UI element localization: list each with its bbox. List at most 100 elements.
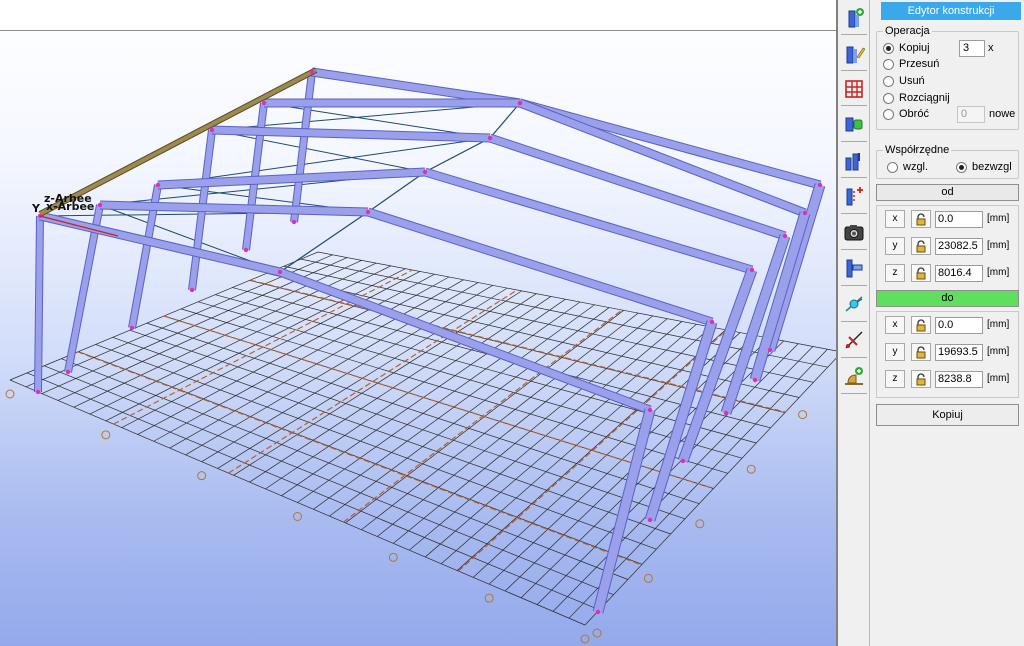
unit-label: [mm] xyxy=(987,240,1010,251)
from-coordinates: x 0.0 [mm] y 23082.5 [mm] z 8016.4 [mm] xyxy=(876,205,1019,292)
node-point xyxy=(647,517,653,523)
node-point xyxy=(749,267,755,273)
to-coordinates: x 0.0 [mm] y 19693.5 [mm] z 8238.8 [mm] xyxy=(876,311,1019,398)
radio-absolute[interactable]: bezwzgl xyxy=(956,160,1012,174)
connect-icon[interactable] xyxy=(841,110,867,138)
copy-count-suffix: x xyxy=(988,42,994,54)
node-point xyxy=(680,458,686,464)
radio-label: Rozciągnij xyxy=(899,92,950,104)
node-point xyxy=(647,407,653,413)
tool-separator xyxy=(841,285,867,286)
link-node-icon[interactable] xyxy=(841,290,867,318)
node-point xyxy=(155,182,161,188)
node-point xyxy=(97,202,103,208)
axis-marker xyxy=(643,573,653,583)
left-column xyxy=(35,215,43,393)
radio-przesun[interactable]: Przesuń xyxy=(883,57,939,71)
unit-label: [mm] xyxy=(987,213,1010,224)
radio-button[interactable] xyxy=(956,161,967,173)
radio-usun[interactable]: Usuń xyxy=(883,74,925,88)
tool-separator xyxy=(841,34,867,35)
axis-marker xyxy=(101,430,111,440)
coordinates-group: Współrzędne wzgl. bezwzgl xyxy=(876,144,1019,179)
radio-button[interactable] xyxy=(883,75,894,87)
to-x-row: x 0.0 [mm] xyxy=(885,316,1017,336)
axis-marker xyxy=(484,593,494,603)
construction-editor-panel: Edytor konstrukcji Operacja Kopiuj 3 x P… xyxy=(871,0,1024,646)
tool-separator xyxy=(841,393,867,394)
radio-button[interactable] xyxy=(883,58,894,70)
radio-button[interactable] xyxy=(887,161,898,173)
viewport-axis-label: x-Arbee xyxy=(46,200,94,213)
from-x-input[interactable]: 0.0 xyxy=(935,211,983,228)
radio-button[interactable] xyxy=(883,108,894,120)
lock-icon[interactable] xyxy=(911,370,931,388)
from-z-row: z 8016.4 [mm] xyxy=(885,264,1017,284)
lock-icon[interactable] xyxy=(911,343,931,361)
radio-label: Kopiuj xyxy=(899,42,930,54)
copy-action-button[interactable]: Kopiuj xyxy=(876,404,1019,426)
from-y-input[interactable]: 23082.5 xyxy=(935,238,983,255)
radio-relative[interactable]: wzgl. xyxy=(887,160,928,174)
node-point xyxy=(723,410,729,416)
from-z-input[interactable]: 8016.4 xyxy=(935,265,983,282)
copy-count-input[interactable]: 3 xyxy=(959,40,985,57)
add-column-icon[interactable] xyxy=(841,4,867,32)
tool-separator xyxy=(841,357,867,358)
cut-line-icon[interactable] xyxy=(841,326,867,354)
lock-icon[interactable] xyxy=(911,264,931,282)
edit-column-icon[interactable] xyxy=(841,40,867,68)
axis-marker xyxy=(293,512,302,521)
coordinates-group-label: Współrzędne xyxy=(883,144,952,156)
to-y-row: y 19693.5 [mm] xyxy=(885,343,1017,363)
node-point xyxy=(261,100,267,106)
axis-label: z xyxy=(885,370,905,388)
radio-kopiuj[interactable]: Kopiuj xyxy=(883,41,930,55)
axis-marker xyxy=(388,552,398,562)
unit-label: [mm] xyxy=(987,346,1010,357)
node-point xyxy=(365,209,371,215)
radio-label: Przesuń xyxy=(899,58,940,70)
structure-scene[interactable]: z-ArbeeY x-Arbee xyxy=(0,0,838,646)
lock-icon[interactable] xyxy=(911,210,931,228)
to-z-input[interactable]: 8238.8 xyxy=(935,371,983,388)
to-section-header[interactable]: do xyxy=(876,290,1019,307)
rafter-right xyxy=(366,208,714,326)
unit-label: [mm] xyxy=(987,319,1010,330)
tool-separator xyxy=(841,249,867,250)
x-axis-indicator xyxy=(39,215,119,237)
to-y-input[interactable]: 19693.5 xyxy=(935,344,983,361)
insert-node-icon[interactable] xyxy=(841,182,867,210)
axis-marker xyxy=(197,471,207,481)
to-x-input[interactable]: 0.0 xyxy=(935,317,983,334)
rafter-right xyxy=(423,168,754,274)
radio-rozciagnij[interactable]: Rozciągnij xyxy=(883,91,950,105)
from-section-header[interactable]: od xyxy=(876,184,1019,201)
lock-icon[interactable] xyxy=(911,237,931,255)
node-point xyxy=(767,347,773,353)
viewport-3d[interactable]: z-Arbee Yx-Arbee xyxy=(0,0,838,646)
node-point xyxy=(209,127,215,133)
node-point xyxy=(595,609,601,615)
unit-label: [mm] xyxy=(987,373,1010,384)
node-point xyxy=(487,135,493,141)
tool-separator xyxy=(841,177,867,178)
floor-grid-line xyxy=(61,358,628,580)
node-point xyxy=(817,182,823,188)
tool-separator xyxy=(841,321,867,322)
viewport-axis-label: Y xyxy=(31,202,41,215)
align-icon[interactable] xyxy=(841,254,867,282)
lock-icon[interactable] xyxy=(911,316,931,334)
rafter-left xyxy=(99,201,369,216)
grid-icon[interactable] xyxy=(841,75,867,103)
from-x-row: x 0.0 [mm] xyxy=(885,210,1017,230)
radio-obroc[interactable]: Obróć xyxy=(883,107,929,121)
floor-grid-line xyxy=(26,372,600,611)
radio-button[interactable] xyxy=(883,42,894,54)
radio-button[interactable] xyxy=(883,92,894,104)
rotate-input[interactable]: 0 xyxy=(957,106,985,123)
add-support-icon[interactable] xyxy=(841,362,867,390)
floor-grid-line xyxy=(44,365,614,595)
columns-icon[interactable] xyxy=(841,147,867,175)
camera-icon[interactable] xyxy=(841,218,867,246)
